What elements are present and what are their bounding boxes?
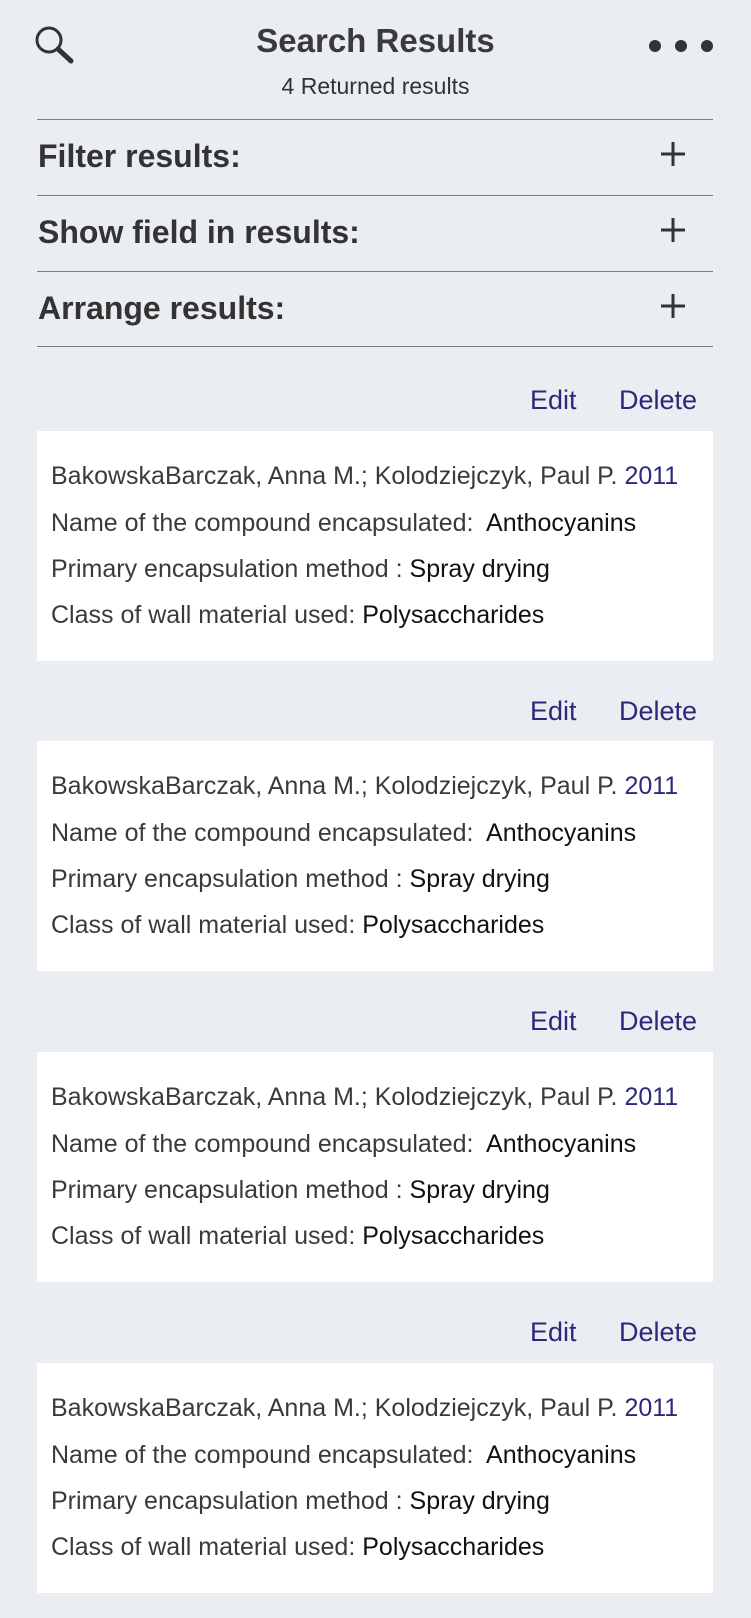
citation-row: BakowskaBarczak, Anna M.; Kolodziejczyk,… xyxy=(51,1394,678,1423)
divider xyxy=(37,346,713,347)
field-label: Primary encapsulation method : xyxy=(51,865,403,893)
field-label: Class of wall material used: xyxy=(51,1533,356,1561)
results-count: 4 Returned results xyxy=(281,73,470,99)
field-value: Polysaccharides xyxy=(362,601,545,629)
field-value: Spray drying xyxy=(409,1487,550,1515)
page-title: Search Results xyxy=(256,22,495,59)
field-label: Class of wall material used: xyxy=(51,911,356,939)
result-card: BakowskaBarczak, Anna M.; Kolodziejczyk,… xyxy=(37,431,713,661)
authors: BakowskaBarczak, Anna M.; Kolodziejczyk,… xyxy=(51,772,618,800)
plus-icon[interactable] xyxy=(659,140,687,168)
year-link[interactable]: 2011 xyxy=(624,1083,678,1111)
field-value: Anthocyanins xyxy=(486,1130,637,1158)
field-label: Name of the compound encapsulated: xyxy=(51,1130,474,1158)
field-label: Name of the compound encapsulated: xyxy=(51,1441,474,1469)
field-value: Anthocyanins xyxy=(486,1441,637,1469)
field-value: Spray drying xyxy=(409,1176,550,1204)
authors: BakowskaBarczak, Anna M.; Kolodziejczyk,… xyxy=(51,1083,618,1111)
citation-row: BakowskaBarczak, Anna M.; Kolodziejczyk,… xyxy=(51,462,678,491)
wall-material-row: Class of wall material used: Polysacchar… xyxy=(51,1533,544,1562)
delete-button[interactable]: Delete xyxy=(619,1006,697,1037)
wall-material-row: Class of wall material used: Polysacchar… xyxy=(51,601,544,630)
compound-row: Name of the compound encapsulated: Antho… xyxy=(51,819,636,848)
result-card: BakowskaBarczak, Anna M.; Kolodziejczyk,… xyxy=(37,1363,713,1593)
authors: BakowskaBarczak, Anna M.; Kolodziejczyk,… xyxy=(51,1394,618,1422)
field-label: Primary encapsulation method : xyxy=(51,1176,403,1204)
header-bar: Search Results 4 Returned results xyxy=(0,0,751,120)
field-label: Name of the compound encapsulated: xyxy=(51,509,474,537)
plus-icon[interactable] xyxy=(659,292,687,320)
compound-row: Name of the compound encapsulated: Antho… xyxy=(51,509,636,538)
field-value: Anthocyanins xyxy=(486,509,637,537)
delete-button[interactable]: Delete xyxy=(619,385,697,416)
citation-row: BakowskaBarczak, Anna M.; Kolodziejczyk,… xyxy=(51,772,678,801)
field-value: Polysaccharides xyxy=(362,1533,545,1561)
wall-material-row: Class of wall material used: Polysacchar… xyxy=(51,911,544,940)
method-row: Primary encapsulation method : Spray dry… xyxy=(51,555,550,584)
compound-row: Name of the compound encapsulated: Antho… xyxy=(51,1441,636,1470)
edit-button[interactable]: Edit xyxy=(530,385,577,416)
plus-icon[interactable] xyxy=(659,216,687,244)
delete-button[interactable]: Delete xyxy=(619,1317,697,1348)
edit-button[interactable]: Edit xyxy=(530,696,577,727)
section-label: Show field in results: xyxy=(38,214,360,250)
wall-material-row: Class of wall material used: Polysacchar… xyxy=(51,1222,544,1251)
field-value: Spray drying xyxy=(409,555,550,583)
field-label: Name of the compound encapsulated: xyxy=(51,819,474,847)
section-label: Arrange results: xyxy=(38,290,286,326)
compound-row: Name of the compound encapsulated: Antho… xyxy=(51,1130,636,1159)
field-value: Spray drying xyxy=(409,865,550,893)
show-field-section[interactable]: Show field in results: xyxy=(37,195,713,269)
method-row: Primary encapsulation method : Spray dry… xyxy=(51,1176,550,1205)
delete-button[interactable]: Delete xyxy=(619,696,697,727)
year-link[interactable]: 2011 xyxy=(624,1394,678,1422)
authors: BakowskaBarczak, Anna M.; Kolodziejczyk,… xyxy=(51,462,618,490)
result-actions: Edit Delete xyxy=(37,696,713,736)
field-value: Polysaccharides xyxy=(362,911,545,939)
citation-row: BakowskaBarczak, Anna M.; Kolodziejczyk,… xyxy=(51,1083,678,1112)
result-actions: Edit Delete xyxy=(37,1006,713,1046)
method-row: Primary encapsulation method : Spray dry… xyxy=(51,865,550,894)
field-label: Primary encapsulation method : xyxy=(51,1487,403,1515)
result-actions: Edit Delete xyxy=(37,1317,713,1357)
year-link[interactable]: 2011 xyxy=(624,462,678,490)
arrange-results-section[interactable]: Arrange results: xyxy=(37,271,713,345)
year-link[interactable]: 2011 xyxy=(624,772,678,800)
field-label: Primary encapsulation method : xyxy=(51,555,403,583)
more-horizontal-icon[interactable] xyxy=(645,38,717,54)
edit-button[interactable]: Edit xyxy=(530,1317,577,1348)
field-label: Class of wall material used: xyxy=(51,601,356,629)
result-actions: Edit Delete xyxy=(37,385,713,425)
result-card: BakowskaBarczak, Anna M.; Kolodziejczyk,… xyxy=(37,1052,713,1282)
field-value: Polysaccharides xyxy=(362,1222,545,1250)
section-label: Filter results: xyxy=(38,138,241,174)
field-value: Anthocyanins xyxy=(486,819,637,847)
field-label: Class of wall material used: xyxy=(51,1222,356,1250)
result-card: BakowskaBarczak, Anna M.; Kolodziejczyk,… xyxy=(37,741,713,971)
method-row: Primary encapsulation method : Spray dry… xyxy=(51,1487,550,1516)
filter-results-section[interactable]: Filter results: xyxy=(37,119,713,193)
edit-button[interactable]: Edit xyxy=(530,1006,577,1037)
